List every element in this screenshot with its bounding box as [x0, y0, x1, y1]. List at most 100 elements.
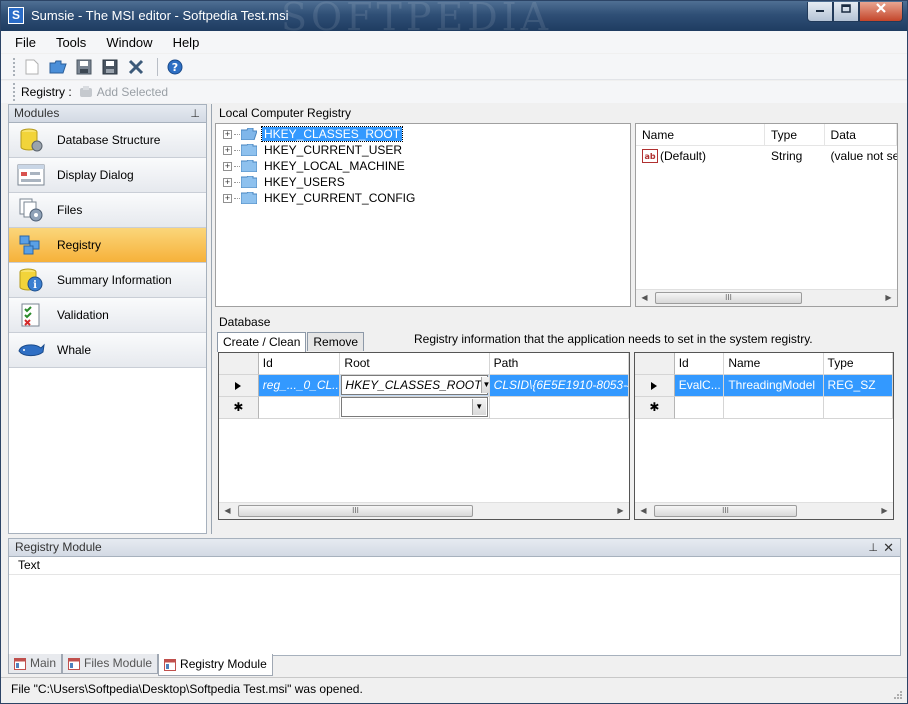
cell-name[interactable]: ThreadingModel — [724, 375, 824, 397]
horizontal-scrollbar[interactable]: ◀ III ▶ — [635, 502, 893, 519]
tab-registry-module[interactable]: Registry Module — [158, 654, 273, 676]
save-as-button[interactable] — [99, 56, 121, 78]
column-header-id[interactable]: Id — [258, 353, 341, 375]
module-display-dialog[interactable]: Display Dialog — [9, 158, 206, 193]
module-validation[interactable]: Validation — [9, 298, 206, 333]
column-header-root[interactable]: Root — [340, 353, 490, 375]
scroll-left-icon[interactable]: ◀ — [636, 290, 653, 306]
cell-id[interactable] — [674, 397, 725, 419]
tree-node[interactable]: + HKEY_CLASSES_ROOT — [216, 126, 630, 142]
add-selected-button[interactable]: Add Selected — [78, 85, 168, 99]
text-column-header[interactable]: Text — [9, 557, 900, 575]
registry-values-list[interactable]: Name Type Data ab (Default) String (valu… — [635, 123, 898, 307]
pin-icon[interactable]: ⊥ — [190, 106, 200, 123]
cell-type[interactable] — [823, 397, 893, 419]
expand-icon[interactable]: + — [223, 177, 232, 187]
menu-help[interactable]: Help — [173, 35, 200, 50]
registry-tree[interactable]: + HKEY_CLASSES_ROOT + HKEY_CURRENT_USER … — [215, 123, 631, 307]
tree-node[interactable]: + HKEY_CURRENT_CONFIG — [216, 190, 630, 206]
registry-values-grid[interactable]: Id Name Type EvalC... ThreadingModel REG… — [634, 352, 894, 520]
column-header-name[interactable]: Name — [724, 353, 824, 375]
new-table-row[interactable]: ✱ — [635, 397, 893, 419]
module-files[interactable]: Files — [9, 193, 206, 228]
tab-files-module[interactable]: Files Module — [62, 654, 159, 674]
open-button[interactable] — [47, 56, 69, 78]
tree-node[interactable]: + HKEY_CURRENT_USER — [216, 142, 630, 158]
close-icon[interactable]: ✕ — [883, 539, 894, 556]
menu-window[interactable]: Window — [106, 35, 152, 50]
cell-type[interactable]: REG_SZ — [823, 375, 893, 397]
new-row-icon[interactable]: ✱ — [219, 397, 259, 419]
cell-id[interactable]: EvalC... — [674, 375, 725, 397]
tree-node-label[interactable]: HKEY_CURRENT_USER — [262, 143, 404, 157]
tree-node-label[interactable]: HKEY_CLASSES_ROOT — [260, 126, 404, 142]
expand-icon[interactable]: + — [223, 129, 232, 139]
status-text: File "C:\Users\Softpedia\Desktop\Softped… — [11, 682, 363, 696]
expand-icon[interactable]: + — [223, 161, 232, 171]
table-row[interactable]: EvalC... ThreadingModel REG_SZ — [635, 375, 893, 397]
tree-node[interactable]: + HKEY_USERS — [216, 174, 630, 190]
menu-file[interactable]: File — [15, 35, 36, 50]
scrollbar-thumb[interactable]: III — [238, 505, 473, 517]
tree-node-label[interactable]: HKEY_LOCAL_MACHINE — [262, 159, 407, 173]
list-item[interactable]: ab (Default) String (value not set) — [636, 146, 897, 166]
cell-name[interactable] — [724, 397, 824, 419]
pin-icon[interactable]: ⊥ — [868, 540, 878, 557]
scroll-left-icon[interactable]: ◀ — [219, 503, 236, 519]
chevron-down-icon[interactable]: ▼ — [481, 377, 489, 393]
new-button[interactable] — [21, 56, 43, 78]
tab-main[interactable]: Main — [8, 654, 63, 674]
module-registry[interactable]: Registry — [9, 228, 206, 263]
expand-icon[interactable]: + — [223, 145, 232, 155]
chevron-down-icon[interactable]: ▼ — [471, 399, 486, 415]
delete-button[interactable] — [125, 56, 147, 78]
horizontal-scrollbar[interactable]: ◀ III ▶ — [219, 502, 629, 519]
new-row-icon[interactable]: ✱ — [635, 397, 675, 419]
module-whale[interactable]: Whale — [9, 333, 206, 368]
menu-tools[interactable]: Tools — [56, 35, 86, 50]
scroll-right-icon[interactable]: ▶ — [880, 290, 897, 306]
root-combobox[interactable]: HKEY_CLASSES_ROOT ▼ — [340, 375, 490, 397]
column-header-name[interactable]: Name — [636, 124, 765, 146]
module-summary-information[interactable]: i Summary Information — [9, 263, 206, 298]
cell-id[interactable] — [258, 397, 341, 419]
scroll-left-icon[interactable]: ◀ — [635, 503, 652, 519]
column-header-data[interactable]: Data — [825, 124, 897, 146]
expand-icon[interactable]: + — [223, 193, 232, 203]
save-button[interactable] — [73, 56, 95, 78]
new-table-row[interactable]: ✱ ▼ — [219, 397, 629, 419]
scroll-right-icon[interactable]: ▶ — [612, 503, 629, 519]
tab-create-clean[interactable]: Create / Clean — [217, 332, 307, 352]
minimize-button[interactable] — [807, 2, 833, 22]
registry-toolbar-grip[interactable] — [13, 83, 15, 101]
root-combobox[interactable]: ▼ — [340, 397, 490, 419]
tree-node[interactable]: + HKEY_LOCAL_MACHINE — [216, 158, 630, 174]
scroll-right-icon[interactable]: ▶ — [876, 503, 893, 519]
column-header-type[interactable]: Type — [765, 124, 825, 146]
tree-node-label[interactable]: HKEY_CURRENT_CONFIG — [262, 191, 417, 205]
column-header-type[interactable]: Type — [823, 353, 893, 375]
tab-remove[interactable]: Remove — [307, 332, 365, 351]
maximize-button[interactable] — [833, 2, 859, 22]
current-row-icon[interactable] — [635, 375, 675, 397]
column-header-id[interactable]: Id — [674, 353, 725, 375]
title-bar[interactable]: SOFTPEDIA S Sumsie - The MSI editor - So… — [1, 0, 907, 39]
cell-path[interactable] — [489, 397, 629, 419]
registry-keys-grid[interactable]: Id Root Path reg_..._0_CL... HKEY_CLASSE… — [218, 352, 630, 520]
cell-path[interactable]: CLSID\{6E5E1910-8053-4660 — [489, 375, 629, 397]
table-row[interactable]: reg_..._0_CL... HKEY_CLASSES_ROOT ▼ CLSI… — [219, 375, 629, 397]
app-icon[interactable]: S — [8, 7, 24, 24]
close-button[interactable] — [859, 2, 903, 22]
resize-grip-icon[interactable] — [893, 690, 903, 700]
module-database-structure[interactable]: Database Structure — [9, 123, 206, 158]
scrollbar-thumb[interactable]: III — [655, 292, 802, 304]
scrollbar-thumb[interactable]: III — [654, 505, 797, 517]
tree-node-label[interactable]: HKEY_USERS — [262, 175, 347, 189]
column-header-path[interactable]: Path — [489, 353, 629, 375]
grid-header: Id Name Type — [635, 353, 893, 375]
horizontal-scrollbar[interactable]: ◀ III ▶ — [636, 289, 897, 306]
current-row-icon[interactable] — [219, 375, 259, 397]
help-button[interactable]: ? — [164, 56, 186, 78]
toolbar-grip[interactable] — [13, 57, 15, 76]
cell-id[interactable]: reg_..._0_CL... — [258, 375, 341, 397]
